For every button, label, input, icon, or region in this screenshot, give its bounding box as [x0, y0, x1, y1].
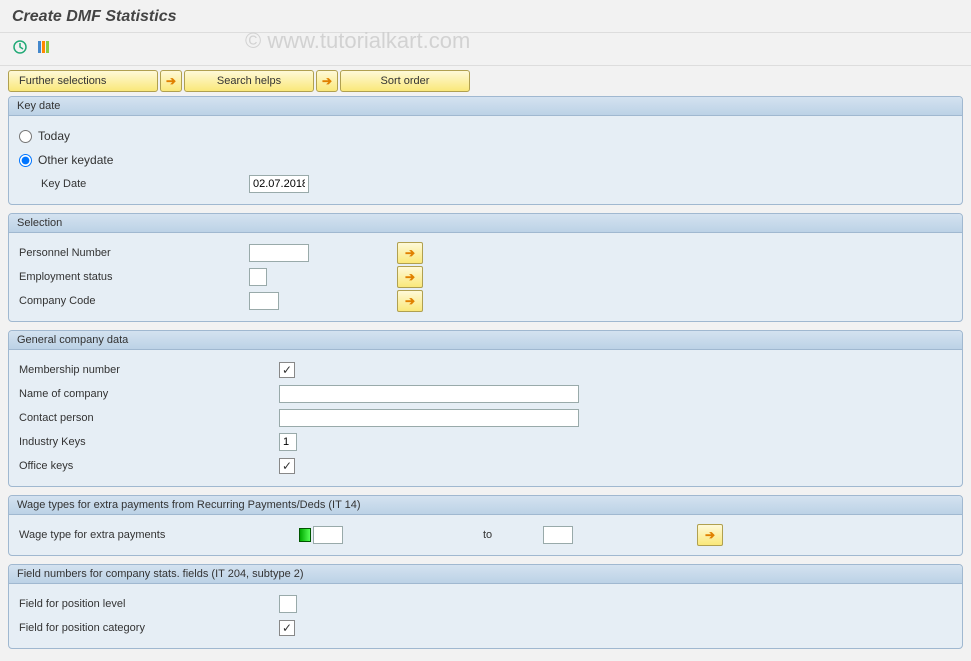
group-header: Wage types for extra payments from Recur…: [9, 496, 962, 515]
arrow-right-icon: ➔: [705, 528, 715, 542]
button-label: Further selections: [19, 75, 106, 87]
arrow-right-icon: ➔: [166, 74, 176, 88]
label-today: Today: [38, 129, 70, 143]
input-contact-person[interactable]: [279, 409, 579, 427]
search-helps-button[interactable]: Search helps: [184, 70, 314, 92]
group-header: Field numbers for company stats. fields …: [9, 565, 962, 584]
arrow-right-icon: ➔: [405, 246, 415, 260]
group-wage-types: Wage types for extra payments from Recur…: [8, 495, 963, 556]
label-company-code: Company Code: [19, 295, 249, 307]
group-selection: Selection Personnel Number ➔ Employment …: [8, 213, 963, 322]
input-key-date[interactable]: [249, 175, 309, 193]
app-toolbar: [0, 33, 971, 66]
label-office-keys: Office keys: [19, 460, 279, 472]
label-industry-keys: Industry Keys: [19, 436, 279, 448]
label-other-keydate: Other keydate: [38, 153, 113, 167]
group-header: Selection: [9, 214, 962, 233]
input-wage-type-to[interactable]: [543, 526, 573, 544]
group-keydate: Key date Today Other keydate Key Date: [8, 96, 963, 205]
label-name-of-company: Name of company: [19, 388, 279, 400]
label-membership-number: Membership number: [19, 364, 279, 376]
checkbox-position-category[interactable]: ✓: [279, 620, 295, 636]
top-button-row: Further selections ➔ Search helps ➔ Sort…: [8, 70, 963, 92]
further-selections-button[interactable]: Further selections: [8, 70, 158, 92]
arrow-right-icon: ➔: [405, 294, 415, 308]
group-field-numbers: Field numbers for company stats. fields …: [8, 564, 963, 649]
checkbox-office-keys[interactable]: ✓: [279, 458, 295, 474]
multiple-selection-button[interactable]: ➔: [397, 242, 423, 264]
group-header: Key date: [9, 97, 962, 116]
label-wage-type: Wage type for extra payments: [19, 529, 299, 541]
label-contact-person: Contact person: [19, 412, 279, 424]
group-header: General company data: [9, 331, 962, 350]
label-employment-status: Employment status: [19, 271, 249, 283]
button-label: Sort order: [381, 75, 430, 87]
label-key-date: Key Date: [19, 178, 249, 190]
variant-icon[interactable]: [34, 37, 54, 57]
checkbox-membership-number[interactable]: ✓: [279, 362, 295, 378]
input-company-code[interactable]: [249, 292, 279, 310]
input-employment-status[interactable]: [249, 268, 267, 286]
multiple-selection-button[interactable]: ➔: [397, 290, 423, 312]
label-position-category: Field for position category: [19, 622, 279, 634]
arrow-right-icon: ➔: [322, 74, 332, 88]
input-name-of-company[interactable]: [279, 385, 579, 403]
label-to: to: [483, 529, 543, 541]
radio-other-keydate[interactable]: [19, 154, 32, 167]
label-position-level: Field for position level: [19, 598, 279, 610]
sort-order-button[interactable]: Sort order: [340, 70, 470, 92]
arrow-right-icon: ➔: [405, 270, 415, 284]
group-general-company: General company data Membership number ✓…: [8, 330, 963, 487]
label-personnel-number: Personnel Number: [19, 247, 249, 259]
multiple-selection-button[interactable]: ➔: [397, 266, 423, 288]
input-wage-type-from[interactable]: [313, 526, 343, 544]
page-title: Create DMF Statistics: [0, 0, 971, 33]
execute-icon[interactable]: [10, 37, 30, 57]
button-label: Search helps: [217, 75, 281, 87]
input-industry-keys[interactable]: [279, 433, 297, 451]
range-indicator-icon: [299, 528, 311, 542]
input-position-level[interactable]: [279, 595, 297, 613]
sort-order-arrow[interactable]: ➔: [316, 70, 338, 92]
multiple-selection-button[interactable]: ➔: [697, 524, 723, 546]
search-helps-arrow[interactable]: ➔: [160, 70, 182, 92]
input-personnel-number[interactable]: [249, 244, 309, 262]
radio-today[interactable]: [19, 130, 32, 143]
